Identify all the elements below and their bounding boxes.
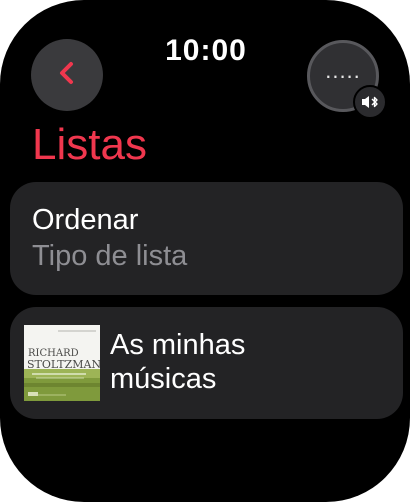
library-row-label-line2: músicas bbox=[110, 363, 217, 395]
library-row-label: As minhas músicas bbox=[110, 328, 245, 396]
ellipsis-icon: ..... bbox=[325, 58, 361, 83]
watch-screen: 10:00 ..... Listas Ordenar Tipo de lista… bbox=[0, 0, 410, 502]
sort-row-title: Ordenar bbox=[32, 204, 139, 236]
svg-text:STOLTZMAN: STOLTZMAN bbox=[27, 358, 100, 371]
back-button[interactable] bbox=[31, 39, 103, 111]
album-artwork: RICHARD STOLTZMAN bbox=[24, 325, 100, 401]
status-time: 10:00 bbox=[165, 34, 247, 67]
sort-row[interactable]: Ordenar Tipo de lista bbox=[10, 182, 403, 295]
library-row[interactable]: RICHARD STOLTZMAN As minhas músicas bbox=[10, 307, 403, 419]
sort-row-value: Tipo de lista bbox=[32, 240, 188, 272]
page-title: Listas bbox=[32, 120, 147, 169]
library-row-label-line1: As minhas bbox=[110, 329, 246, 361]
chevron-left-icon bbox=[53, 59, 81, 92]
speaker-bluetooth-icon bbox=[353, 85, 387, 119]
